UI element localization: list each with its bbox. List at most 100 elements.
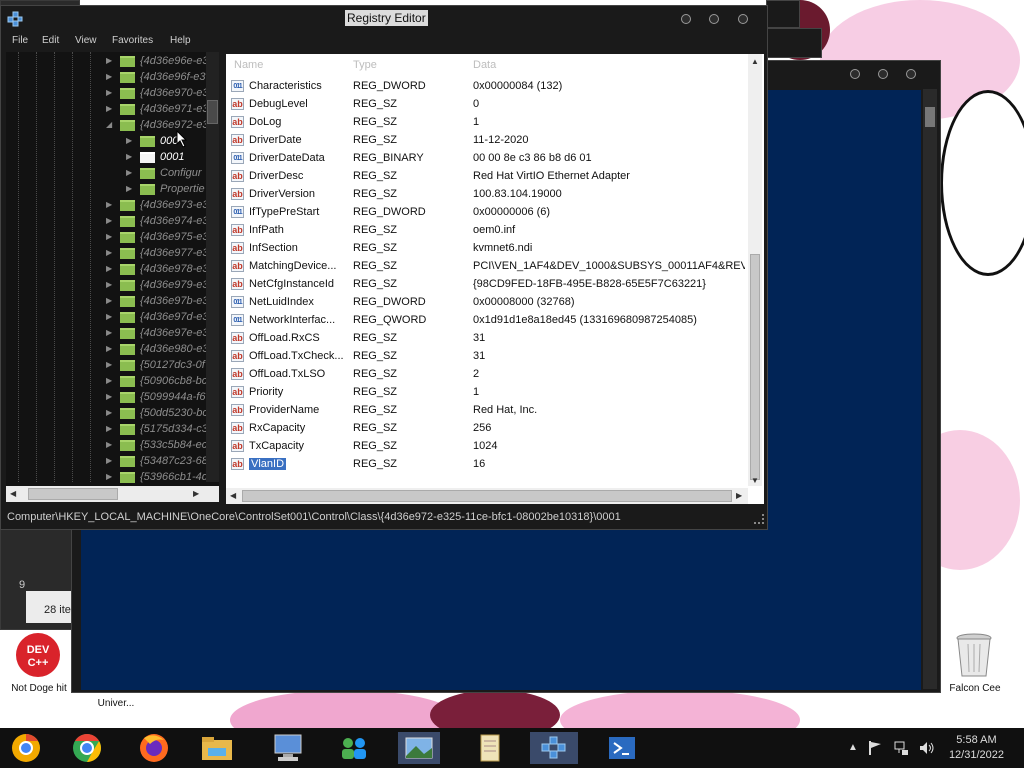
registry-value-row[interactable]: ab VlanID REG_SZ 16: [226, 456, 746, 474]
tree-item[interactable]: ▶ {4d36e975-e3: [6, 230, 209, 246]
tree-item[interactable]: ▶ {4d36e970-e3: [6, 86, 209, 102]
chevron-right-icon[interactable]: ▶: [106, 280, 112, 289]
menu-file[interactable]: File: [12, 35, 28, 46]
chrome-icon[interactable]: [69, 732, 105, 764]
desktop-icon-label[interactable]: Univer...: [86, 698, 146, 709]
menu-help[interactable]: Help: [170, 35, 191, 46]
registry-tree[interactable]: ▶ {4d36e96e-e3 ▶ {4d36e96f-e3 ▶ {4d36e970-e3 ▶…: [6, 52, 219, 502]
chevron-right-icon[interactable]: ▶: [106, 232, 112, 241]
chevron-down-icon[interactable]: ◢: [106, 120, 112, 129]
registry-value-row[interactable]: 011 DriverDateData REG_BINARY 00 00 8e c3 8…: [226, 150, 746, 168]
tree-item[interactable]: ▶ {4d36e97b-e3: [6, 294, 209, 310]
registry-value-row[interactable]: ab ProviderName REG_SZ Red Hat, Inc.: [226, 402, 746, 420]
column-data[interactable]: Data: [473, 59, 496, 71]
chevron-right-icon[interactable]: ▶: [106, 408, 112, 417]
registry-value-row[interactable]: ab RxCapacity REG_SZ 256: [226, 420, 746, 438]
notepad-scroll-icon[interactable]: [472, 732, 508, 764]
chevron-right-icon[interactable]: ▶: [106, 104, 112, 113]
registry-value-row[interactable]: ab OffLoad.RxCS REG_SZ 31: [226, 330, 746, 348]
tree-item[interactable]: ▶ {50906cb8-bc: [6, 374, 207, 390]
tree-item[interactable]: ▶ Configur: [6, 166, 206, 182]
registry-value-row[interactable]: ab OffLoad.TxLSO REG_SZ 2: [226, 366, 746, 384]
registry-value-row[interactable]: ab NetCfgInstanceId REG_SZ {98CD9FED-18FB-4…: [226, 276, 746, 294]
tree-item[interactable]: ▶ {50dd5230-bc: [6, 406, 208, 422]
dev-cpp-icon[interactable]: DEV C++: [14, 632, 62, 678]
chevron-right-icon[interactable]: ▶: [126, 136, 132, 145]
column-name[interactable]: Name: [234, 59, 263, 71]
tree-item[interactable]: ▶ {4d36e973-e3: [6, 198, 209, 214]
tree-item[interactable]: ▶ {4d36e978-e3: [6, 262, 209, 278]
chevron-right-icon[interactable]: ▶: [106, 200, 112, 209]
registry-value-row[interactable]: ab InfSection REG_SZ kvmnet6.ndi: [226, 240, 746, 258]
chevron-right-icon[interactable]: ▶: [106, 344, 112, 353]
registry-editor-taskbar-icon[interactable]: [530, 732, 578, 764]
registry-value-row[interactable]: ab DebugLevel REG_SZ 0: [226, 96, 746, 114]
values-horizontal-scrollbar[interactable]: ◀ ▶: [226, 488, 748, 504]
chevron-right-icon[interactable]: ▶: [106, 248, 112, 257]
network-icon[interactable]: [893, 740, 909, 759]
chevron-right-icon[interactable]: ▶: [126, 184, 132, 193]
chevron-right-icon[interactable]: ▶: [106, 392, 112, 401]
show-hidden-icons-button[interactable]: ▲: [848, 742, 858, 753]
registry-value-row[interactable]: ab DoLog REG_SZ 1: [226, 114, 746, 132]
tree-item[interactable]: ▶ Propertie: [6, 182, 206, 198]
registry-value-row[interactable]: ab DriverVersion REG_SZ 100.83.104.19000: [226, 186, 746, 204]
tree-horizontal-scrollbar[interactable]: ◀ ▶: [6, 486, 219, 502]
close-button[interactable]: [906, 69, 916, 79]
registry-value-row[interactable]: ab MatchingDevice... REG_SZ PCI\VEN_1AF4&DE…: [226, 258, 746, 276]
tree-item[interactable]: ▶ 0001: [6, 150, 206, 166]
chevron-right-icon[interactable]: ▶: [126, 152, 132, 161]
minimize-button[interactable]: [850, 69, 860, 79]
recycle-bin-icon[interactable]: [954, 632, 994, 678]
network-people-icon[interactable]: [336, 732, 372, 764]
values-pane[interactable]: Name Type Data 011 Characteristics REG_DWO…: [226, 54, 764, 504]
desktop-icon-label[interactable]: Falcon Cee: [940, 683, 1010, 694]
menu-edit[interactable]: Edit: [42, 35, 59, 46]
tree-item[interactable]: ▶ {4d36e97d-e3: [6, 310, 209, 326]
values-vertical-scrollbar[interactable]: ▲ ▼: [748, 54, 762, 486]
maximize-button[interactable]: [709, 14, 719, 24]
maximize-button[interactable]: [878, 69, 888, 79]
registry-value-row[interactable]: 011 NetLuidIndex REG_DWORD 0x00008000 (3276…: [226, 294, 746, 312]
registry-value-row[interactable]: 011 NetworkInterfac... REG_QWORD 0x1d91d1e8…: [226, 312, 746, 330]
tree-item[interactable]: ▶ {4d36e977-e3: [6, 246, 209, 262]
registry-value-row[interactable]: 011 Characteristics REG_DWORD 0x00000084 (1…: [226, 78, 746, 96]
chevron-right-icon[interactable]: ▶: [106, 56, 112, 65]
flag-icon[interactable]: [868, 740, 882, 759]
tree-item[interactable]: ▶ {53487c23-68: [6, 454, 208, 470]
menu-favorites[interactable]: Favorites: [112, 35, 153, 46]
tree-vertical-scrollbar[interactable]: [206, 52, 219, 482]
clock[interactable]: 5:58 AM 12/31/2022: [949, 734, 1004, 761]
tree-item[interactable]: ▶ {4d36e97e-e3: [6, 326, 209, 342]
registry-value-row[interactable]: 011 IfTypePreStart REG_DWORD 0x00000006 (6): [226, 204, 746, 222]
firefox-icon[interactable]: [136, 732, 172, 764]
console-scrollbar[interactable]: [923, 89, 937, 689]
tree-item[interactable]: ▶ {53966cb1-4d: [6, 470, 208, 486]
minimize-button[interactable]: [681, 14, 691, 24]
tree-item[interactable]: ▶ {4d36e96e-e3: [6, 54, 209, 70]
tree-item[interactable]: ▶ {4d36e971-e3: [6, 102, 209, 118]
tree-item[interactable]: ▶ {50127dc3-0f: [6, 358, 206, 374]
file-explorer-icon[interactable]: [199, 732, 235, 764]
chevron-right-icon[interactable]: ▶: [106, 312, 112, 321]
registry-value-row[interactable]: ab DriverDesc REG_SZ Red Hat VirtIO Etherne…: [226, 168, 746, 186]
chevron-right-icon[interactable]: ▶: [106, 360, 112, 369]
registry-value-row[interactable]: ab TxCapacity REG_SZ 1024: [226, 438, 746, 456]
registry-value-row[interactable]: ab InfPath REG_SZ oem0.inf: [226, 222, 746, 240]
chevron-right-icon[interactable]: ▶: [106, 72, 112, 81]
registry-value-row[interactable]: ab DriverDate REG_SZ 11-12-2020: [226, 132, 746, 150]
chevron-right-icon[interactable]: ▶: [106, 88, 112, 97]
chevron-right-icon[interactable]: ▶: [126, 168, 132, 177]
chrome-canary-icon[interactable]: [8, 732, 44, 764]
menu-view[interactable]: View: [75, 35, 97, 46]
tree-item[interactable]: ▶ {5175d334-c3: [6, 422, 208, 438]
chevron-right-icon[interactable]: ▶: [106, 440, 112, 449]
column-type[interactable]: Type: [353, 59, 377, 71]
resize-grip-icon[interactable]: [754, 514, 764, 524]
tree-item[interactable]: ▶ {4d36e96f-e3: [6, 70, 206, 86]
desktop-icon-label[interactable]: Not Doge hit: [4, 683, 74, 694]
tree-item[interactable]: ▶ {5099944a-f6: [6, 390, 206, 406]
registry-value-row[interactable]: ab OffLoad.TxCheck... REG_SZ 31: [226, 348, 746, 366]
tree-item[interactable]: ▶ {4d36e980-e3: [6, 342, 209, 358]
close-button[interactable]: [738, 14, 748, 24]
